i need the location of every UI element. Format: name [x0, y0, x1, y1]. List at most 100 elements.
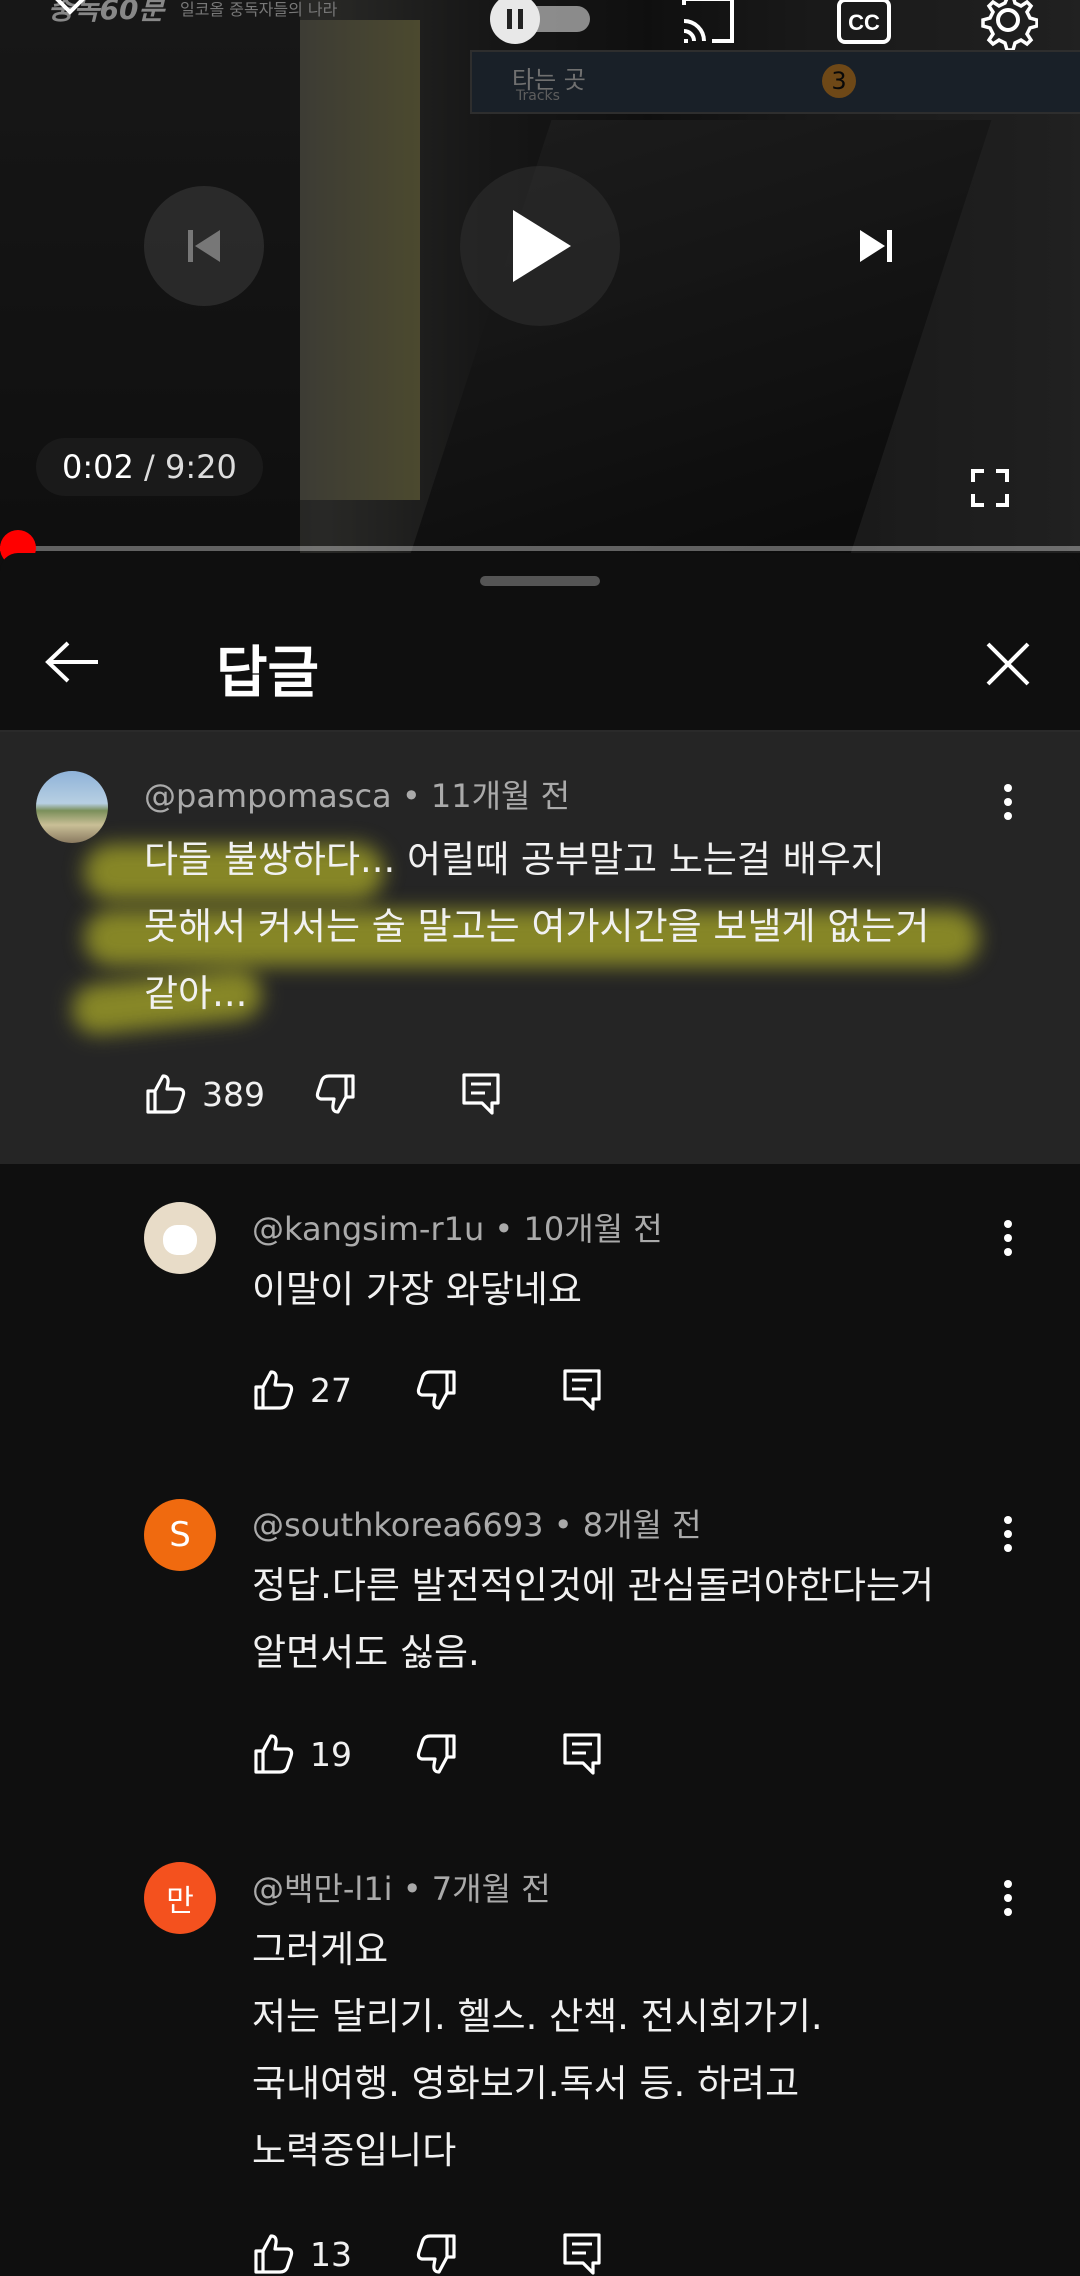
comment-actions: 19 [252, 1732, 602, 1776]
close-icon [986, 642, 1030, 686]
more-vert-icon [1004, 1516, 1012, 1552]
skip-previous-icon [188, 230, 220, 262]
comment-body: 그러게요 저는 달리기. 헬스. 산책. 전시회가기. 국내여행. 영화보기.독… [252, 1916, 1012, 2184]
comment-age: 11개월 전 [430, 777, 571, 815]
avatar-letter: S [169, 1515, 191, 1555]
like-button[interactable]: 389 [144, 1072, 265, 1116]
comment-age: 10개월 전 [523, 1210, 663, 1248]
comment-line: 저는 달리기. 헬스. 산책. 전시회가기. [252, 1995, 823, 2038]
time-display: 0:02 / 9:20 [36, 438, 263, 496]
comment-actions: 27 [252, 1368, 602, 1412]
comment-line: 노력중입니다 [252, 2129, 457, 2172]
comment-line: 그러게요 [252, 1928, 389, 1971]
thumbs-up-icon [254, 2234, 294, 2274]
comment-author[interactable]: @백만-l1i [252, 1870, 393, 1908]
reply-button[interactable] [562, 1368, 602, 1412]
cast-icon [682, 0, 734, 43]
dislike-button[interactable] [414, 1732, 458, 1776]
reply-icon [563, 1369, 601, 1411]
comment-line: 정답.다른 발전적인것에 관심돌려야한다는거 [252, 1564, 935, 1607]
reply-button[interactable] [562, 1732, 602, 1776]
chevron-down-icon [55, 0, 85, 15]
video-player[interactable]: 타는 곳 Tracks 3 중독60분 일코올 중독자들의 나라 CC 0:02… [0, 0, 1080, 553]
comment-author[interactable]: @southkorea6693 [252, 1506, 544, 1544]
more-vert-icon [1004, 1880, 1012, 1916]
like-count: 389 [202, 1074, 265, 1114]
meta-separator: • [391, 777, 431, 815]
meta-separator: • [392, 1870, 432, 1908]
comment-author[interactable]: @pampomasca [144, 777, 392, 815]
comment-line: 이말이 가장 와닿네요 [252, 1268, 582, 1311]
reply-button[interactable] [461, 1072, 501, 1116]
reply-icon [462, 1073, 500, 1115]
close-button[interactable] [970, 626, 1046, 702]
fullscreen-button[interactable] [960, 458, 1020, 518]
thumbs-down-icon [416, 1370, 456, 1410]
play-icon [513, 210, 571, 282]
comment-meta: @kangsim-r1u • 10개월 전 [252, 1204, 663, 1250]
like-button[interactable]: 13 [252, 2232, 352, 2276]
avatar[interactable]: S [144, 1499, 216, 1571]
meta-separator: • [543, 1506, 583, 1544]
comment-age: 8개월 전 [582, 1506, 702, 1544]
comment-body: 이말이 가장 와닿네요 [252, 1256, 1012, 1323]
dislike-button[interactable] [414, 2232, 458, 2276]
thumbs-down-icon [416, 1734, 456, 1774]
fullscreen-icon [971, 469, 1009, 507]
comment-line: 다들 불쌍하다... 어릴때 공부말고 노는걸 배우지 [144, 838, 885, 881]
reply-icon [563, 2233, 601, 2275]
reply-icon [563, 1733, 601, 1775]
comment-menu-button[interactable] [988, 1208, 1028, 1268]
current-time: 0:02 [62, 448, 134, 486]
comment-menu-button[interactable] [988, 1868, 1028, 1928]
comment-menu-button[interactable] [988, 772, 1028, 832]
gear-icon [981, 0, 1038, 50]
settings-button[interactable] [974, 0, 1042, 52]
thumbs-up-icon [254, 1370, 294, 1410]
cast-button[interactable] [672, 0, 744, 50]
meta-separator: • [484, 1210, 524, 1248]
captions-button[interactable]: CC [832, 0, 896, 50]
progress-bar[interactable] [0, 546, 1080, 551]
drag-handle[interactable] [480, 576, 600, 586]
cc-icon: CC [837, 0, 891, 44]
panel-header: 답글 [0, 600, 1080, 730]
like-count: 27 [310, 1370, 352, 1410]
avatar[interactable]: 만 [144, 1862, 216, 1934]
like-button[interactable]: 27 [252, 1368, 352, 1412]
more-vert-icon [1004, 784, 1012, 820]
parent-comment: @pampomasca • 11개월 전 다들 불쌍하다... 어릴때 공부말고… [0, 732, 1080, 1164]
more-vert-icon [1004, 1220, 1012, 1256]
comment-actions: 13 [252, 2232, 602, 2276]
reply-button[interactable] [562, 2232, 602, 2276]
dislike-button[interactable] [414, 1368, 458, 1412]
thumbs-down-icon [416, 2234, 456, 2274]
comment-body: 정답.다른 발전적인것에 관심돌려야한다는거 알면서도 싫음. [252, 1552, 1012, 1686]
total-time: 9:20 [164, 448, 237, 486]
back-button[interactable] [36, 626, 108, 698]
time-separator: / [133, 448, 165, 486]
avatar[interactable] [144, 1202, 216, 1274]
panel-title: 답글 [216, 641, 320, 706]
comment-meta: @백만-l1i • 7개월 전 [252, 1864, 551, 1910]
play-button[interactable] [460, 166, 620, 326]
comment-line: 국내여행. 영화보기.독서 등. 하려고 [252, 2062, 800, 2105]
comment-menu-button[interactable] [988, 1504, 1028, 1564]
thumbs-up-icon [146, 1074, 186, 1114]
dislike-button[interactable] [313, 1072, 357, 1116]
thumbs-down-icon [315, 1074, 355, 1114]
next-button[interactable] [816, 186, 936, 306]
comment-actions: 389 [144, 1072, 501, 1116]
comment-body: 다들 불쌍하다... 어릴때 공부말고 노는걸 배우지 못해서 커서는 술 말고… [144, 826, 1004, 1027]
skip-next-icon [860, 230, 892, 262]
avatar[interactable] [36, 771, 108, 843]
comment-line: 못해서 커서는 술 말고는 여가시간을 보낼게 없는거 [144, 905, 930, 948]
previous-button[interactable] [144, 186, 264, 306]
comment-meta: @southkorea6693 • 8개월 전 [252, 1500, 702, 1546]
autoplay-toggle[interactable] [490, 0, 600, 44]
like-button[interactable]: 19 [252, 1732, 352, 1776]
comment-author[interactable]: @kangsim-r1u [252, 1210, 484, 1248]
like-count: 19 [310, 1734, 352, 1774]
autoplay-knob [490, 0, 540, 44]
minimize-button[interactable] [40, 0, 100, 24]
